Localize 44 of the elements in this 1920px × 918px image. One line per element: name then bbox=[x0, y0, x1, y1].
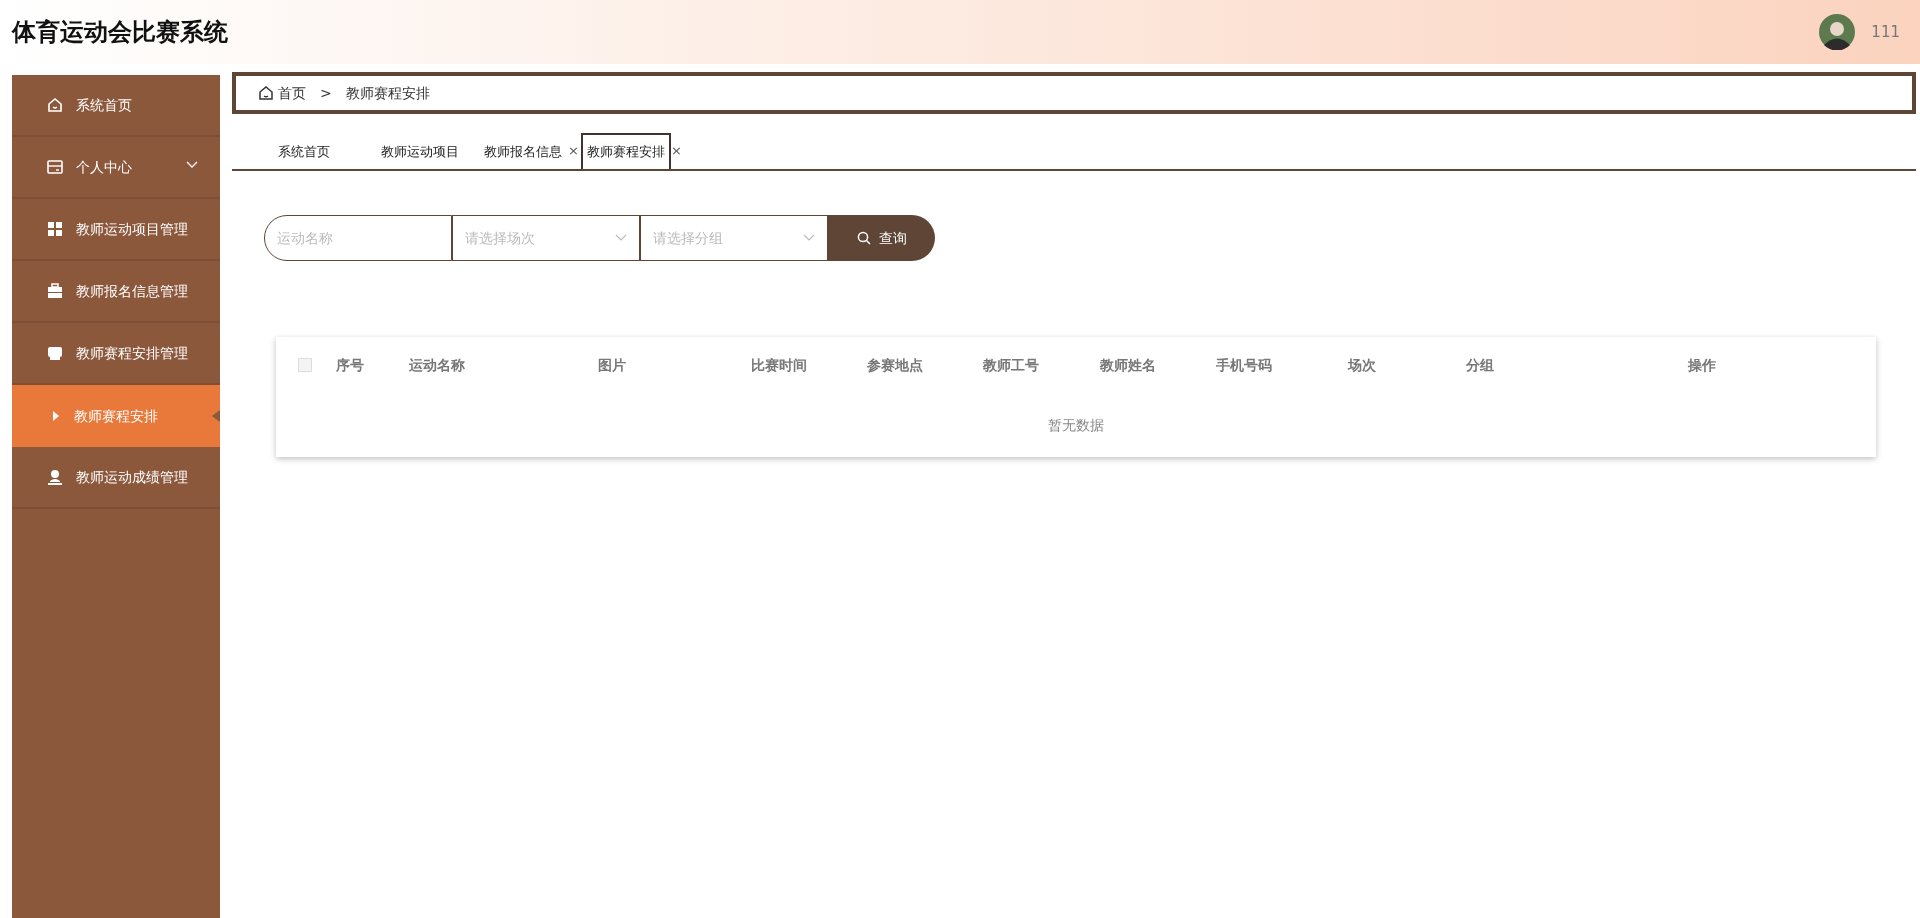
sport-name-field[interactable]: 运动名称 bbox=[264, 215, 452, 261]
breadcrumb-current: 教师赛程安排 bbox=[345, 83, 430, 103]
play-icon bbox=[52, 410, 60, 422]
tab[interactable]: 教师赛程安排 bbox=[581, 133, 671, 169]
search-button[interactable]: 查询 bbox=[828, 215, 935, 261]
home-icon bbox=[46, 96, 64, 114]
sidebar-item[interactable]: 系统首页 bbox=[12, 75, 220, 137]
sidebar-item[interactable]: 教师运动成绩管理 bbox=[12, 447, 220, 509]
sidebar-item[interactable]: 个人中心 bbox=[12, 137, 220, 199]
column-header: 运动名称 bbox=[409, 355, 466, 375]
monitor-icon bbox=[46, 344, 64, 362]
column-header: 图片 bbox=[598, 355, 627, 375]
chevron-down-icon bbox=[615, 234, 627, 242]
column-header: 分组 bbox=[1466, 355, 1495, 375]
column-header: 场次 bbox=[1348, 355, 1377, 375]
user-name[interactable]: 111 bbox=[1871, 20, 1900, 44]
tab[interactable]: 教师运动项目 bbox=[375, 133, 465, 169]
select-all-checkbox[interactable] bbox=[298, 358, 312, 372]
tab-close-button[interactable]: × bbox=[568, 141, 579, 161]
column-header: 教师工号 bbox=[983, 355, 1040, 375]
column-header: 参赛地点 bbox=[867, 355, 924, 375]
tab-close-button[interactable]: × bbox=[671, 141, 682, 161]
grid-icon bbox=[46, 220, 64, 238]
app-title: 体育运动会比赛系统 bbox=[12, 17, 228, 48]
tab[interactable]: 教师报名信息 bbox=[478, 133, 568, 169]
user-avatar[interactable] bbox=[1819, 14, 1856, 50]
empty-message: 暂无数据 bbox=[1048, 415, 1104, 435]
briefcase-icon bbox=[46, 282, 64, 300]
column-header: 操作 bbox=[1688, 355, 1717, 375]
column-header: 教师姓名 bbox=[1100, 355, 1157, 375]
chevron-down-icon bbox=[803, 234, 815, 242]
user-icon bbox=[46, 468, 64, 486]
breadcrumb-separator: > bbox=[320, 83, 332, 103]
column-header: 手机号码 bbox=[1216, 355, 1273, 375]
column-header: 比赛时间 bbox=[751, 355, 808, 375]
selected-indicator-icon bbox=[212, 410, 220, 422]
sidebar-item[interactable]: 教师报名信息管理 bbox=[12, 261, 220, 323]
search-icon bbox=[856, 231, 871, 245]
sidebar-item[interactable]: 教师运动项目管理 bbox=[12, 199, 220, 261]
breadcrumb-home-link[interactable]: 首页 bbox=[258, 82, 306, 104]
card-icon bbox=[46, 158, 64, 176]
home-icon bbox=[258, 85, 274, 101]
tab[interactable]: 系统首页 bbox=[272, 133, 336, 169]
column-header: 序号 bbox=[336, 355, 365, 375]
